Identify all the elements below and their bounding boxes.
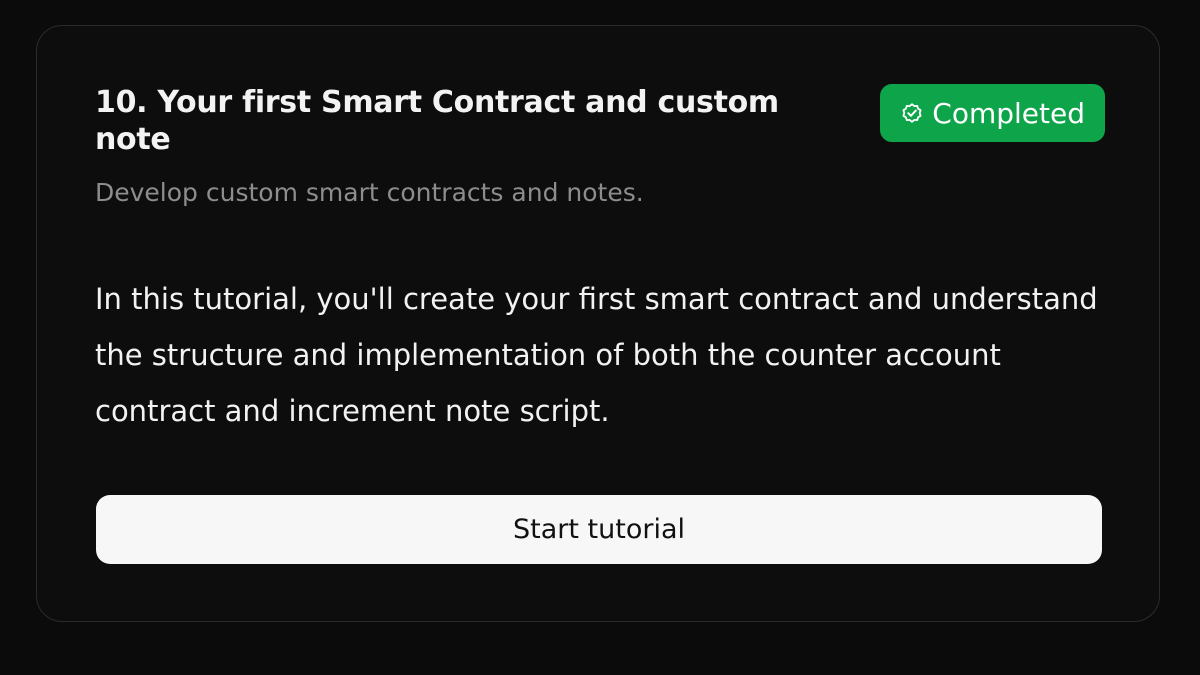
start-tutorial-button[interactable]: Start tutorial [96, 495, 1102, 564]
check-circle-icon [900, 101, 924, 125]
tutorial-title: 10. Your first Smart Contract and custom… [95, 85, 779, 157]
status-badge-label: Completed [932, 96, 1085, 130]
tutorial-subtitle: Develop custom smart contracts and notes… [95, 178, 644, 207]
status-badge: Completed [880, 84, 1105, 142]
tutorial-card: 10. Your first Smart Contract and custom… [36, 25, 1160, 622]
tutorial-description: In this tutorial, you'll create your fir… [95, 282, 1098, 428]
card-header: 10. Your first Smart Contract and custom… [95, 84, 1105, 158]
